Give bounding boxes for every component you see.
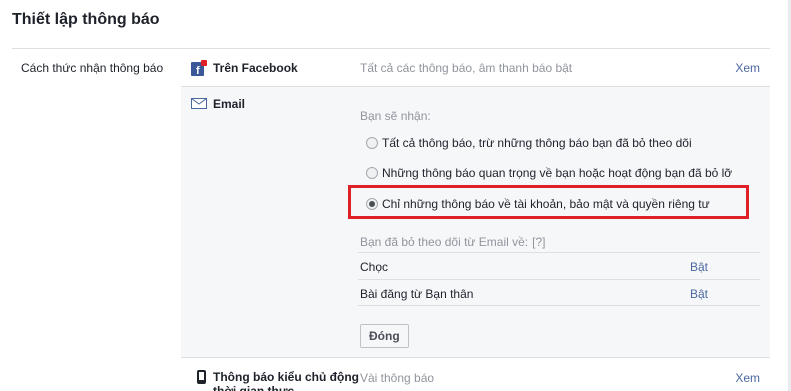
enable-link[interactable]: Bật: [690, 287, 708, 301]
svg-text:f: f: [196, 65, 200, 76]
email-settings-panel: Email Bạn sẽ nhận: Tất cả thông báo, trừ…: [181, 86, 770, 358]
radio-button[interactable]: [366, 137, 378, 149]
push-notification-row[interactable]: Thông báo kiểu chủ động thời gian thực V…: [181, 363, 770, 391]
help-link[interactable]: [?]: [532, 235, 545, 249]
facebook-notification-description: Tất cả các thông báo, âm thanh báo bật: [360, 61, 573, 75]
list-item: Bài đăng từ Bạn thân Bật: [358, 279, 760, 306]
list-item: Chọc Bật: [358, 252, 760, 279]
mobile-phone-icon: [197, 370, 206, 384]
facebook-notification-row[interactable]: f Trên Facebook Tất cả các thông báo, âm…: [181, 53, 770, 84]
radio-button[interactable]: [366, 167, 378, 179]
unsubscribed-item-name: Bài đăng từ Bạn thân: [360, 287, 474, 301]
email-label: Email: [213, 97, 246, 111]
highlight-box: [348, 185, 749, 219]
close-button[interactable]: Đóng: [360, 324, 409, 348]
facebook-notification-icon: f: [191, 60, 207, 76]
push-notification-description: Vài thông báo: [360, 371, 435, 385]
unsubscribed-label-text: Bạn đã bỏ theo dõi từ Email về:: [360, 235, 529, 249]
push-notification-label: Thông báo kiểu chủ động thời gian thực: [213, 370, 359, 391]
section-label: Cách thức nhận thông báo: [21, 61, 164, 75]
unsubscribed-list: Chọc Bật Bài đăng từ Bạn thân Bật: [358, 252, 760, 306]
unsubscribed-label: Bạn đã bỏ theo dõi từ Email về: [?]: [360, 235, 545, 249]
title-divider: [12, 48, 770, 49]
email-option-all[interactable]: Tất cả thông báo, trừ những thông báo bạ…: [366, 135, 692, 151]
option-label: Những thông báo quan trọng về bạn hoặc h…: [382, 166, 733, 180]
facebook-view-link[interactable]: Xem: [735, 61, 760, 75]
receive-label: Bạn sẽ nhận:: [360, 109, 431, 123]
page-title: Thiết lập thông báo: [12, 11, 160, 28]
envelope-icon: [191, 98, 207, 109]
unsubscribed-item-name: Chọc: [360, 260, 389, 274]
option-label: Tất cả thông báo, trừ những thông báo bạ…: [382, 136, 692, 150]
enable-link[interactable]: Bật: [690, 260, 708, 274]
email-option-important[interactable]: Những thông báo quan trọng về bạn hoặc h…: [366, 165, 732, 181]
push-view-link[interactable]: Xem: [735, 371, 760, 385]
facebook-notification-label: Trên Facebook: [213, 61, 298, 75]
